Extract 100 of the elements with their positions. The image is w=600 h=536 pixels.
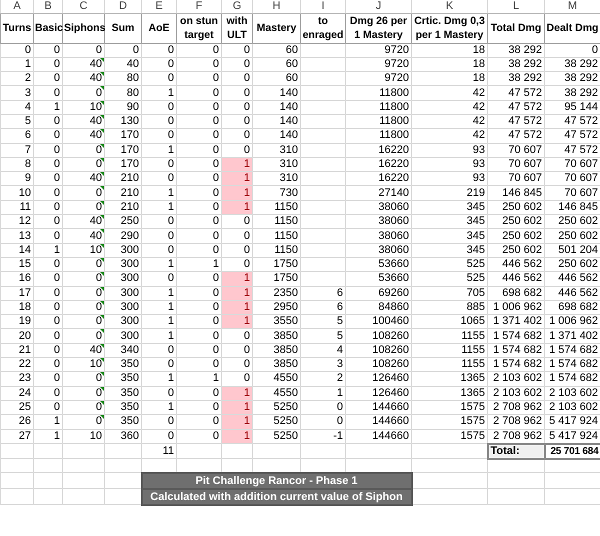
table-cell: 38 292 [488, 57, 544, 72]
table-cell: 0 [104, 43, 142, 58]
table-cell: 0 [222, 128, 252, 144]
table-cell: 27 [0, 429, 34, 444]
table-cell: 4 [300, 343, 346, 358]
column-header: J [346, 0, 412, 13]
header-cell: Siphons [62, 13, 104, 43]
table-cell: 130 [104, 114, 142, 129]
table-cell: 6 [0, 128, 34, 144]
header-cell: Sum [104, 13, 142, 43]
table-cell: 1150 [252, 243, 300, 258]
table-cell: 0 [142, 272, 176, 286]
table-cell: 0 [62, 200, 104, 215]
table-cell: 525 [412, 257, 488, 272]
table-cell: 2 103 602 [488, 386, 544, 400]
table-cell: 11800 [346, 100, 412, 114]
table-cell: 5 [300, 328, 346, 344]
table-cell: 40 [62, 172, 104, 186]
table-cell: 40 [62, 57, 104, 72]
table-cell: 26 [0, 414, 34, 430]
table-cell: 69260 [346, 286, 412, 300]
table-cell: 4550 [252, 386, 300, 400]
table-cell: 250 602 [544, 257, 600, 272]
table-cell: 1 [142, 186, 176, 200]
column-header: D [104, 0, 142, 13]
table-cell: 5250 [252, 414, 300, 430]
table-cell: 40 [62, 128, 104, 144]
table-cell: 345 [412, 214, 488, 229]
table-cell: 8 [0, 157, 34, 172]
table-cell: 1 [222, 272, 252, 286]
table-cell: 1065 [412, 314, 488, 329]
table-cell: 0 [34, 57, 62, 72]
table-cell: 11 [0, 200, 34, 215]
table-cell: 0 [62, 86, 104, 100]
table-cell: 0 [300, 414, 346, 430]
table-cell: 1 [300, 386, 346, 400]
table-cell: 47 572 [544, 128, 600, 144]
table-cell: 1 371 402 [488, 314, 544, 329]
table-cell: 108260 [346, 343, 412, 358]
column-header: K [412, 0, 488, 13]
table-cell: 0 [34, 128, 62, 144]
table-cell: 2 [0, 72, 34, 86]
table-cell: 2 103 602 [488, 372, 544, 386]
table-cell: 1 [142, 300, 176, 315]
table-cell: 42 [412, 128, 488, 144]
table-cell: 1 [34, 243, 62, 258]
table-cell: 0 [142, 128, 176, 144]
table-cell: 0 [176, 228, 222, 244]
table-cell: 300 [104, 286, 142, 300]
table-cell: 0 [142, 100, 176, 114]
table-cell: 1155 [412, 328, 488, 344]
column-header: F [176, 0, 222, 13]
header-cell: on stun target [176, 13, 222, 43]
table-cell: 47 572 [544, 114, 600, 129]
table-cell: 170 [104, 143, 142, 158]
table-cell: 0 [34, 314, 62, 329]
table-cell: 0 [34, 114, 62, 129]
table-cell: 0 [34, 228, 62, 244]
table-cell: 21 [0, 343, 34, 358]
table-cell: 40 [62, 72, 104, 86]
table-cell: -1 [300, 429, 346, 444]
table-cell: 1 574 682 [544, 358, 600, 372]
table-cell: 1150 [252, 214, 300, 229]
table-cell: 108260 [346, 328, 412, 344]
table-cell: 70 607 [544, 172, 600, 186]
table-cell: 93 [412, 172, 488, 186]
table-cell: 5250 [252, 429, 300, 444]
table-cell: 18 [412, 43, 488, 58]
table-cell: 144660 [346, 400, 412, 415]
table-cell: 5 417 924 [544, 414, 600, 430]
table-cell: 126460 [346, 372, 412, 386]
table-cell: 0 [142, 114, 176, 129]
table-cell: 60 [252, 72, 300, 86]
table-cell: 0 [142, 157, 176, 172]
table-cell: 1 [142, 372, 176, 386]
table-cell: 0 [62, 143, 104, 158]
table-cell: 0 [222, 86, 252, 100]
table-cell: 0 [34, 300, 62, 315]
table-cell: 250 602 [488, 243, 544, 258]
table-cell: 1 574 682 [544, 372, 600, 386]
column-header: A [0, 0, 34, 13]
table-cell: 0 [176, 114, 222, 129]
table-cell: 0 [176, 43, 222, 58]
table-cell: 0 [142, 386, 176, 400]
table-cell: 1 [142, 400, 176, 415]
table-cell: 1 [222, 400, 252, 415]
table-cell: 250 602 [488, 214, 544, 229]
column-header: M [544, 0, 600, 13]
table-cell: 9720 [346, 43, 412, 58]
table-cell: 345 [412, 228, 488, 244]
table-cell: 1 [222, 414, 252, 430]
table-cell: 144660 [346, 429, 412, 444]
table-cell: 0 [142, 414, 176, 430]
header-cell: AoE [142, 13, 176, 43]
table-cell: 1 [142, 314, 176, 329]
table-cell: 93 [412, 143, 488, 158]
table-cell: 1 [142, 143, 176, 158]
table-cell: 0 [34, 186, 62, 200]
table-cell: 11800 [346, 86, 412, 100]
table-cell: 2 708 962 [488, 414, 544, 430]
